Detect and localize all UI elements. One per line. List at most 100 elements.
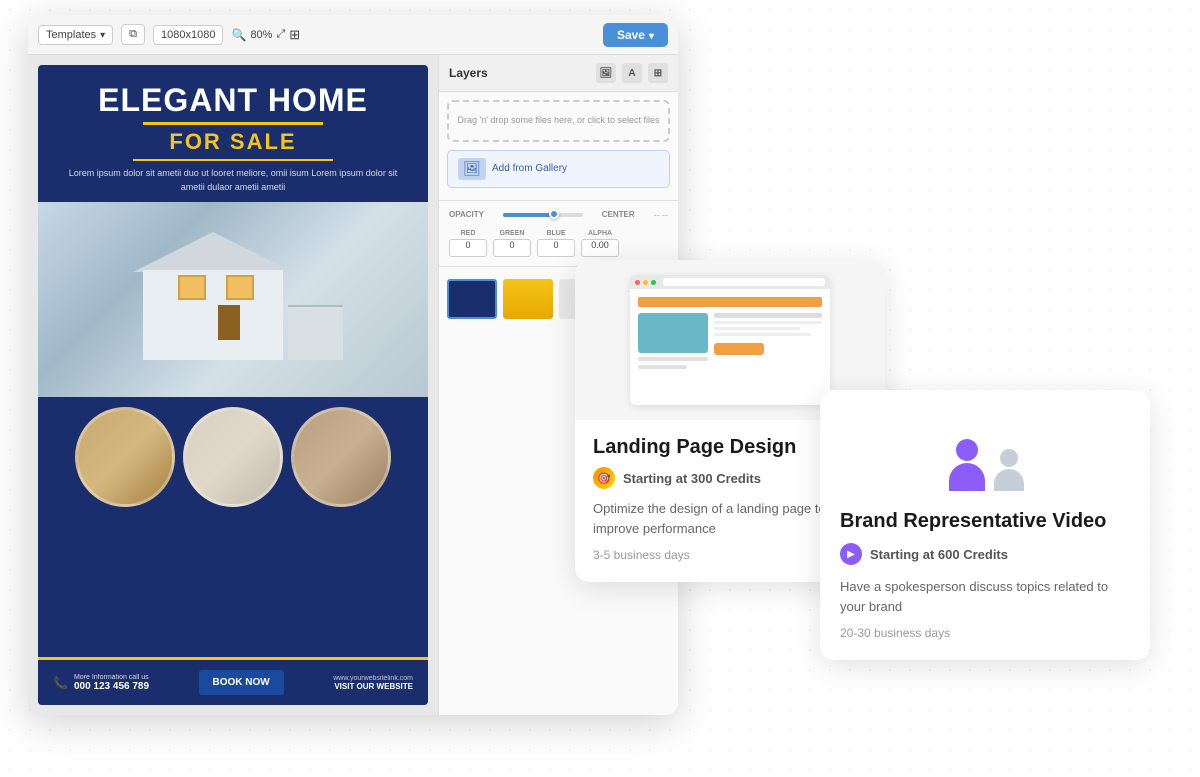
- person-icon-secondary: [986, 449, 1031, 494]
- book-now-button[interactable]: BOOK NOW: [199, 670, 284, 695]
- zoom-control[interactable]: 🔍 80%: [231, 27, 300, 43]
- mini-text-1: [638, 357, 708, 361]
- alpha-label: ALPHA: [588, 230, 612, 237]
- canvas-size-label: 1080x1080: [161, 29, 215, 41]
- save-chevron-icon: [649, 28, 654, 42]
- house-garage: [288, 305, 343, 360]
- flyer-title-line1: ELEGANT HOME: [58, 83, 408, 118]
- brand-credits-icon: ▶: [840, 543, 862, 565]
- brand-credits-row: ▶ Starting at 600 Credits: [840, 543, 1130, 565]
- house-window-left: [178, 275, 206, 300]
- channel-alpha: ALPHA 0.00: [581, 230, 619, 257]
- flyer-header: ELEGANT HOME FOR SALE Lorem ipsum dolor …: [38, 65, 428, 202]
- phone-label: More Information call us: [74, 674, 149, 681]
- gallery-label: Add from Gallery: [492, 163, 567, 174]
- layers-header: Layers 🖼 A ⊞: [439, 55, 678, 92]
- mini-browser-bar: [630, 275, 830, 289]
- dot-yellow: [643, 280, 648, 285]
- flyer-circles: [38, 397, 428, 517]
- channel-green: GREEN 0: [493, 230, 531, 257]
- brand-icon-area: [840, 414, 1130, 494]
- mini-left-col: [638, 313, 708, 369]
- flyer-title-line2: FOR SALE: [58, 129, 408, 155]
- footer-phone: 📞 More Information call us 000 123 456 7…: [53, 674, 149, 692]
- opacity-thumb[interactable]: [549, 209, 559, 219]
- mini-text-2: [638, 365, 687, 369]
- brand-video-card: Brand Representative Video ▶ Starting at…: [820, 390, 1150, 660]
- house-window-right: [226, 275, 254, 300]
- credits-icon: 🎯: [593, 467, 615, 489]
- red-input[interactable]: 0: [449, 239, 487, 257]
- mini-cta-btn: [714, 343, 764, 355]
- mini-page-content: [630, 289, 830, 377]
- templates-dropdown[interactable]: Templates: [38, 25, 113, 45]
- red-label: RED: [461, 230, 476, 237]
- blue-input[interactable]: 0: [537, 239, 575, 257]
- zoom-label: 80%: [250, 29, 272, 41]
- flyer-footer: 📞 More Information call us 000 123 456 7…: [38, 657, 428, 705]
- phone-number: 000 123 456 789: [74, 681, 149, 692]
- green-input[interactable]: 0: [493, 239, 531, 257]
- person-body-secondary: [994, 469, 1024, 491]
- green-label: GREEN: [500, 230, 525, 237]
- person-head-secondary: [1000, 449, 1018, 467]
- mini-browser: [630, 275, 830, 405]
- mini-text-lg-1: [714, 313, 822, 318]
- mini-header-bar: [638, 297, 822, 307]
- layers-icon-img[interactable]: 🖼: [596, 63, 616, 83]
- brand-card-title: Brand Representative Video: [840, 510, 1130, 533]
- mini-right-col: [714, 313, 822, 369]
- circle-kitchen: [75, 407, 175, 507]
- opacity-label: OPACITY: [449, 210, 484, 219]
- canvas-size[interactable]: 1080x1080: [153, 25, 223, 45]
- house-body: [143, 270, 283, 360]
- mini-text-sm-3: [714, 333, 811, 336]
- house-illustration: [123, 220, 343, 380]
- layers-title: Layers: [449, 66, 488, 80]
- person-body-main: [949, 463, 985, 491]
- layer-thumb-1[interactable]: [447, 279, 497, 319]
- dot-red: [635, 280, 640, 285]
- canvas-area[interactable]: ELEGANT HOME FOR SALE Lorem ipsum dolor …: [28, 55, 438, 715]
- mini-image-block: [638, 313, 708, 353]
- person-head-main: [956, 439, 978, 461]
- layers-header-icons: 🖼 A ⊞: [596, 63, 668, 83]
- grid-icon: [289, 27, 300, 43]
- mini-url-bar: [663, 278, 825, 286]
- circle-living: [183, 407, 283, 507]
- editor-toolbar: Templates 1080x1080 🔍 80% Save: [28, 15, 678, 55]
- landing-credits-text: Starting at 300 Credits: [623, 471, 761, 486]
- flyer-subtitle-bar: [133, 159, 333, 161]
- mini-content-area: [638, 313, 822, 369]
- house-door: [218, 305, 240, 340]
- opacity-slider[interactable]: [503, 213, 583, 217]
- flyer-template: ELEGANT HOME FOR SALE Lorem ipsum dolor …: [38, 65, 428, 705]
- layers-drop-area[interactable]: Drag 'n' drop some files here, or click …: [447, 100, 670, 142]
- size-icon: [121, 24, 145, 45]
- house-roof: [133, 232, 293, 272]
- flyer-description: Lorem ipsum dolor sit ametii duo ut loor…: [58, 167, 408, 194]
- resize-icon: [276, 28, 285, 41]
- center-label: CENTER: [602, 210, 635, 219]
- channel-red: RED 0: [449, 230, 487, 257]
- alpha-input[interactable]: 0.00: [581, 239, 619, 257]
- footer-website: www.yourwebsitelink.com VISIT OUR WEBSIT…: [333, 675, 413, 691]
- layers-divider-1: [439, 200, 678, 201]
- brand-credits-text: Starting at 600 Credits: [870, 547, 1008, 562]
- brand-card-description: Have a spokesperson discuss topics relat…: [840, 577, 1130, 616]
- gallery-icon: 🖼: [458, 158, 486, 180]
- flyer-title-bar: [143, 122, 323, 125]
- layer-thumb-2[interactable]: [503, 279, 553, 319]
- layers-icon-text[interactable]: A: [622, 63, 642, 83]
- channel-blue: BLUE 0: [537, 230, 575, 257]
- circle-bedroom: [291, 407, 391, 507]
- layers-icon-add[interactable]: ⊞: [648, 63, 668, 83]
- house-windows: [178, 275, 254, 300]
- drop-text: Drag 'n' drop some files here, or click …: [457, 114, 660, 128]
- mini-text-sm-1: [714, 321, 822, 324]
- opacity-fill: [503, 213, 551, 217]
- save-button[interactable]: Save: [603, 23, 668, 47]
- blue-label: BLUE: [546, 230, 565, 237]
- add-from-gallery-button[interactable]: 🖼 Add from Gallery: [447, 150, 670, 188]
- color-channels: RED 0 GREEN 0 BLUE 0 ALPHA 0.00: [439, 225, 678, 262]
